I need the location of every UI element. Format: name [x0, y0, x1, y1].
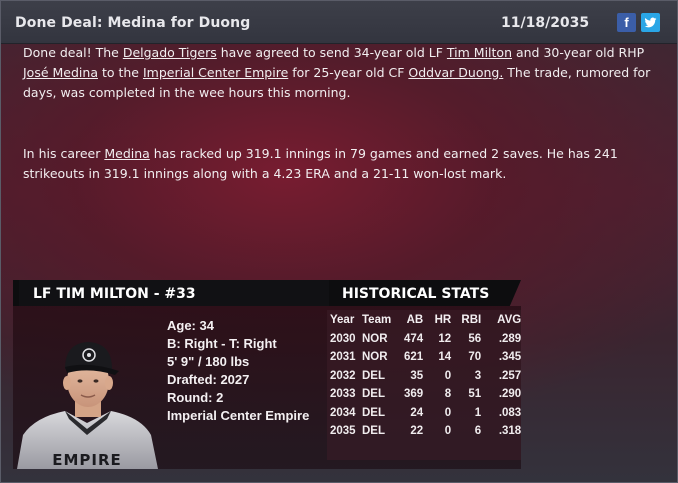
historical-stats-table: Year Team AB HR RBI AVG 2030 NOR 474 12 … [328, 311, 525, 441]
cell-avg: .083 [498, 406, 522, 419]
cell-year: 2030 [330, 332, 356, 345]
cell-hr: 0 [444, 406, 452, 419]
table-row: 2031 NOR 621 14 70 .345 [328, 348, 525, 367]
player-team[interactable]: Imperial Center Empire [167, 408, 309, 423]
player-drafted: Drafted: 2027 [167, 372, 250, 387]
link-tim-milton[interactable]: Tim Milton [447, 45, 512, 60]
article-paragraph-1: Done deal! The Delgado Tigers have agree… [23, 43, 663, 103]
article-title: Done Deal: Medina for Duong [15, 15, 251, 31]
col-hr[interactable]: HR [423, 311, 452, 330]
cell-avg: .289 [498, 332, 522, 345]
historical-stats-title: HISTORICAL STATS [342, 286, 490, 302]
text: have agreed to send 34-year old LF [216, 45, 447, 60]
link-jose-medina[interactable]: José Medina [23, 65, 98, 80]
player-round: Round: 2 [167, 390, 224, 405]
cell-avg: .257 [498, 369, 522, 382]
link-imperial-center-empire[interactable]: Imperial Center Empire [143, 65, 288, 80]
cell-year: 2035 [330, 425, 356, 438]
player-height-weight: 5' 9" / 180 lbs [167, 354, 250, 369]
cell-rbi: 6 [474, 425, 482, 438]
cell-ab: 474 [404, 332, 424, 345]
cell-team: NOR [362, 351, 388, 364]
link-medina[interactable]: Medina [104, 146, 149, 161]
cell-rbi: 51 [468, 388, 482, 401]
table-row: 2032 DEL 35 0 3 .257 [328, 367, 525, 386]
player-age: Age: 34 [167, 318, 214, 333]
table-row: 2035 DEL 22 0 6 .318 [328, 422, 525, 441]
cell-avg: .345 [498, 351, 522, 364]
stats-header-row: Year Team AB HR RBI AVG [328, 311, 525, 330]
col-team[interactable]: Team [362, 311, 391, 330]
news-article-window: Done Deal: Medina for Duong 11/18/2035 f… [0, 0, 678, 483]
cell-rbi: 56 [468, 332, 482, 345]
table-row: 2034 DEL 24 0 1 .083 [328, 404, 525, 423]
jersey-text: EMPIRE [52, 451, 122, 469]
cell-ab: 621 [404, 351, 424, 364]
col-rbi[interactable]: RBI [451, 311, 481, 330]
cell-rbi: 1 [474, 406, 482, 419]
cell-year: 2032 [330, 369, 356, 382]
cell-avg: .290 [498, 388, 522, 401]
cell-year: 2034 [330, 406, 356, 419]
cell-hr: 12 [438, 332, 452, 345]
text: and 30-year old RHP [512, 45, 645, 60]
cell-hr: 0 [444, 369, 452, 382]
article-header: Done Deal: Medina for Duong 11/18/2035 f [1, 1, 677, 44]
cell-year: 2031 [330, 351, 356, 364]
table-row: 2030 NOR 474 12 56 .289 [328, 330, 525, 349]
cell-ab: 369 [404, 388, 424, 401]
text: In his career [23, 146, 105, 161]
cell-hr: 8 [444, 388, 452, 401]
cell-ab: 35 [410, 369, 424, 382]
text: Done deal! The [23, 45, 123, 60]
cell-rbi: 70 [468, 351, 482, 364]
text: to the [97, 65, 143, 80]
article-date: 11/18/2035 [501, 15, 590, 31]
cell-ab: 24 [410, 406, 424, 419]
cell-team: NOR [362, 332, 388, 345]
col-ab[interactable]: AB [391, 311, 424, 330]
cell-ab: 22 [410, 425, 424, 438]
col-avg[interactable]: AVG [481, 311, 525, 330]
text: for 25-year old CF [288, 65, 409, 80]
link-delgado-tigers[interactable]: Delgado Tigers [123, 45, 217, 60]
player-card-title: LF TIM MILTON - #33 [33, 286, 196, 302]
player-photo[interactable]: EMPIRE [15, 331, 160, 469]
cell-year: 2033 [330, 388, 356, 401]
cell-avg: .318 [498, 425, 522, 438]
cell-team: DEL [362, 406, 385, 419]
link-oddvar-duong[interactable]: Oddvar Duong. [408, 65, 503, 80]
cell-hr: 14 [438, 351, 452, 364]
article-paragraph-2: In his career Medina has racked up 319.1… [23, 144, 663, 184]
twitter-bird-icon [644, 17, 657, 28]
facebook-glyph: f [624, 15, 629, 30]
table-row: 2033 DEL 369 8 51 .290 [328, 385, 525, 404]
player-bats-throws: B: Right - T: Right [167, 336, 277, 351]
twitter-icon[interactable] [641, 13, 660, 32]
cell-team: DEL [362, 388, 385, 401]
cell-hr: 0 [444, 425, 452, 438]
cell-team: DEL [362, 369, 385, 382]
facebook-icon[interactable]: f [617, 13, 636, 32]
cell-rbi: 3 [474, 369, 482, 382]
cell-team: DEL [362, 425, 385, 438]
col-year[interactable]: Year [328, 311, 362, 330]
